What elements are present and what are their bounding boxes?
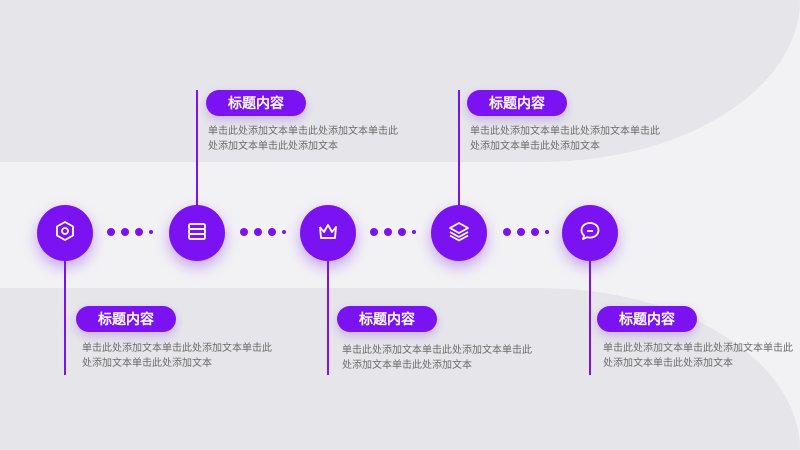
dot [370, 228, 378, 236]
step-text-5: 单击此处添加文本单击此处添加文本单击此处添加文本单击此处添加文本 [603, 343, 793, 369]
dot [517, 228, 525, 236]
dot [384, 228, 392, 236]
dot [412, 230, 416, 234]
dot [107, 228, 115, 236]
timeline-node-3[interactable] [300, 205, 356, 261]
step-title-5: 标题内容 [597, 306, 697, 332]
step-text-2: 单击此处添加文本单击此处添加文本单击此处添加文本单击此处添加文本 [208, 126, 398, 152]
hexagon-nut-icon [52, 218, 78, 248]
step-text-4: 单击此处添加文本单击此处添加文本单击此处添加文本单击此处添加文本 [470, 126, 660, 152]
dot [268, 228, 276, 236]
step-text-3: 单击此处添加文本单击此处添加文本单击此处添加文本单击此处添加文本 [342, 345, 532, 371]
chat-bubble-icon [577, 218, 603, 248]
dot [398, 228, 406, 236]
connector-line-2 [196, 90, 198, 208]
dotted-connector-1 [107, 228, 153, 236]
connector-line-1 [64, 260, 66, 375]
dot [531, 228, 539, 236]
step-title-2: 标题内容 [206, 90, 306, 116]
timeline-node-1[interactable] [37, 205, 93, 261]
dot [545, 230, 549, 234]
step-title-1: 标题内容 [76, 306, 176, 332]
dot [149, 230, 153, 234]
connector-line-5 [589, 260, 591, 375]
connector-line-3 [327, 260, 329, 375]
timeline-node-5[interactable] [562, 205, 618, 261]
background-band-top [0, 0, 800, 162]
step-text-1: 单击此处添加文本单击此处添加文本单击此处添加文本单击此处添加文本 [82, 343, 272, 369]
stacked-layers-icon [446, 218, 472, 248]
crown-basket-icon [315, 218, 341, 248]
dot [503, 228, 511, 236]
dotted-connector-4 [503, 228, 549, 236]
connector-line-4 [458, 90, 460, 208]
dotted-connector-2 [240, 228, 286, 236]
background [0, 0, 800, 450]
step-title-3: 标题内容 [337, 306, 437, 332]
dot [121, 228, 129, 236]
dot [135, 228, 143, 236]
dot [282, 230, 286, 234]
step-title-4: 标题内容 [467, 90, 567, 116]
dotted-connector-3 [370, 228, 416, 236]
dot [240, 228, 248, 236]
timeline-node-4[interactable] [431, 205, 487, 261]
timeline-node-2[interactable] [169, 205, 225, 261]
layers-stack-icon [184, 218, 210, 248]
dot [254, 228, 262, 236]
